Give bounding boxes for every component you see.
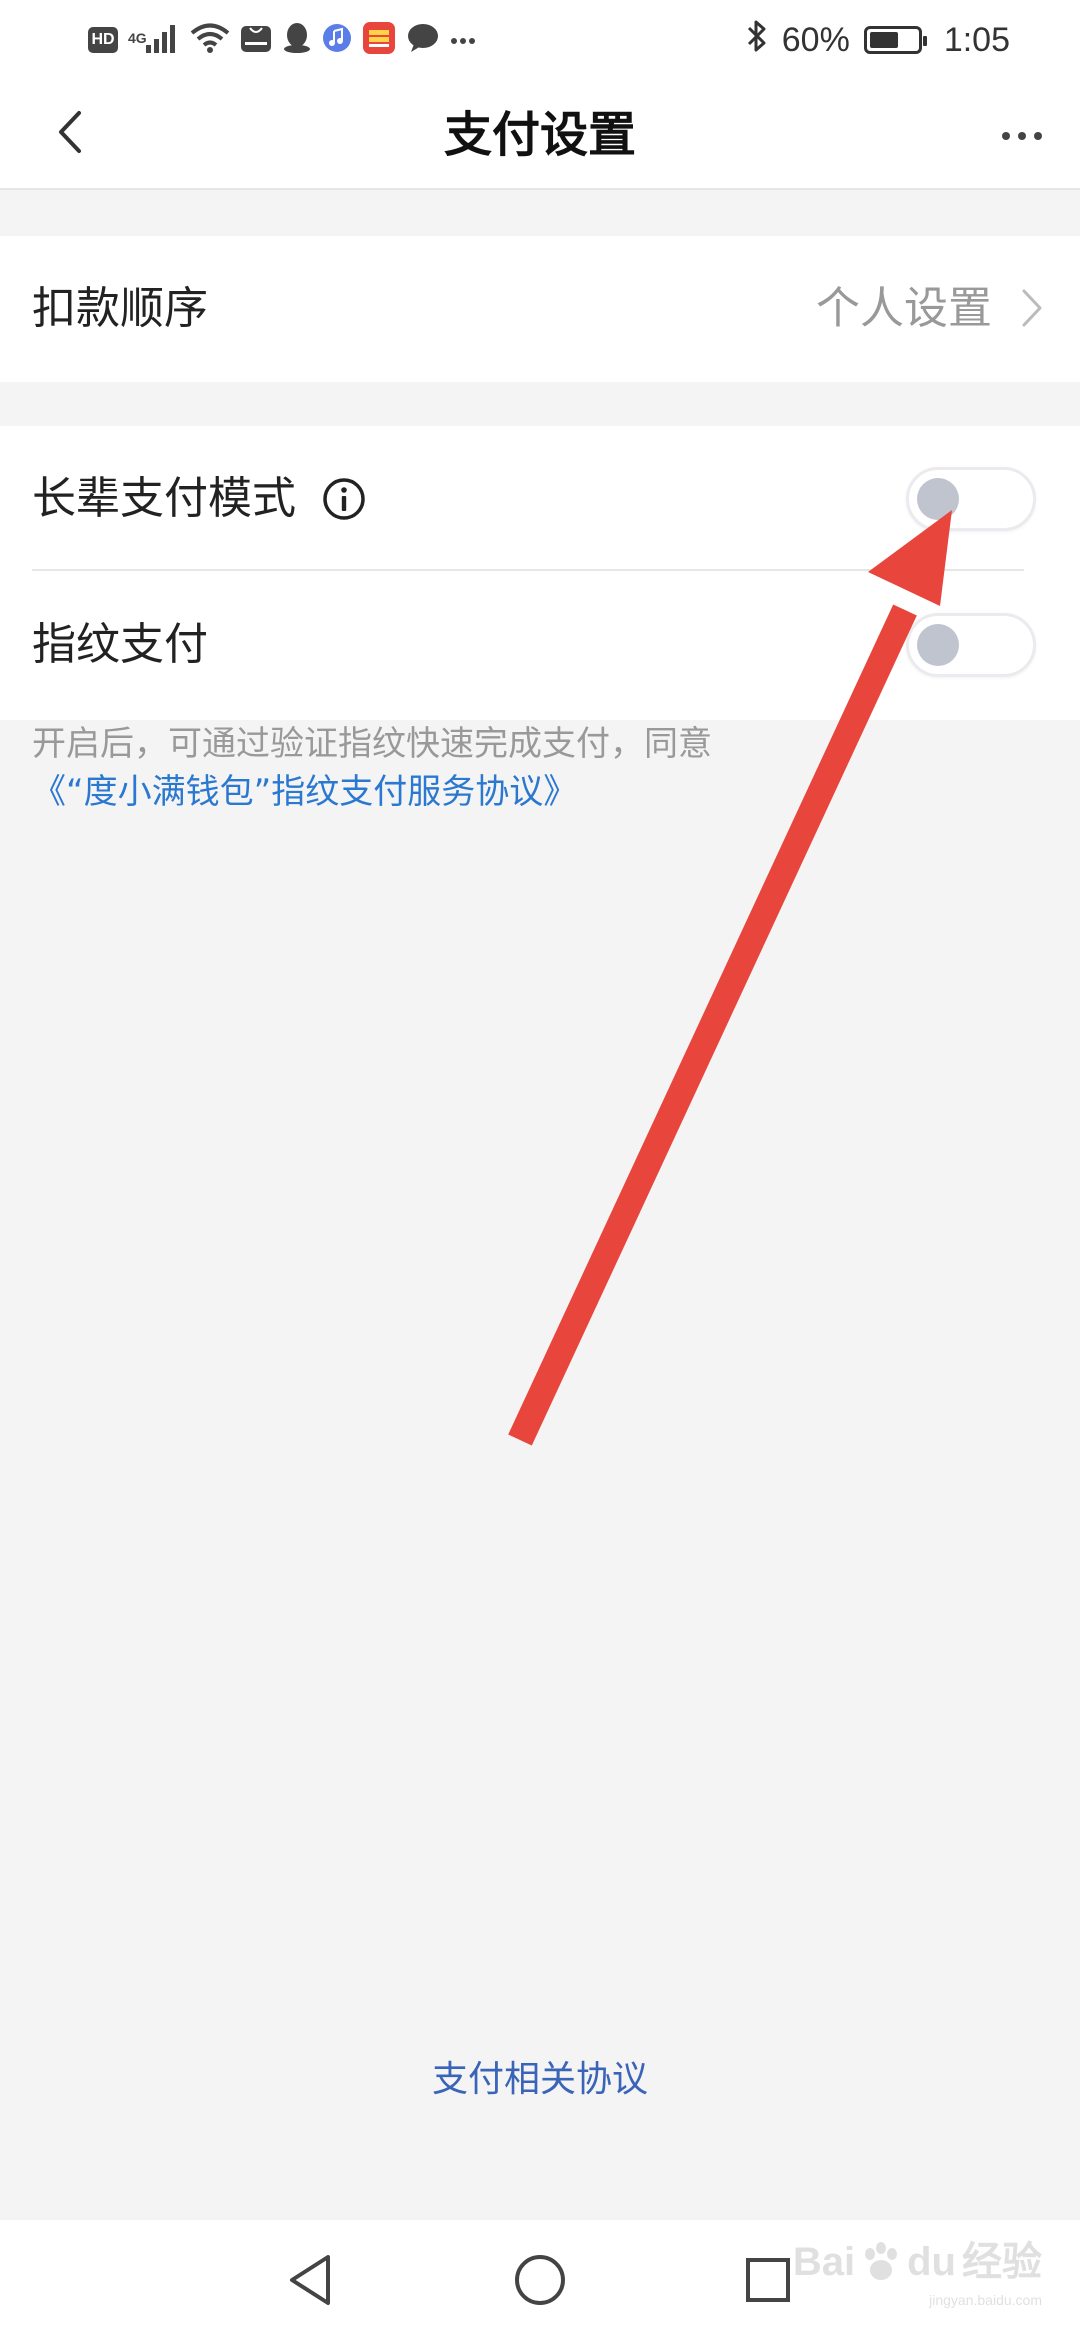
fingerprint-row: 指纹支付 bbox=[0, 572, 1080, 718]
watermark-brand: Bai bbox=[792, 2240, 856, 2284]
watermark-url: jingyan.baidu.com bbox=[929, 2292, 1042, 2308]
battery-icon bbox=[863, 26, 927, 54]
toggle-knob bbox=[917, 478, 959, 520]
status-bar: HD 4G 60% 1:05 bbox=[0, 0, 1080, 80]
circle-home-icon bbox=[515, 2255, 565, 2305]
toggle-knob bbox=[917, 624, 959, 666]
system-back-button[interactable] bbox=[278, 2248, 342, 2312]
fingerprint-agreement-link[interactable]: 《“度小满钱包”指纹支付服务协议》 bbox=[32, 768, 1032, 816]
message-icon bbox=[406, 22, 440, 58]
more-horizontal-icon bbox=[1002, 132, 1042, 140]
signal-4g-icon: 4G bbox=[128, 23, 180, 57]
huawei-store-icon bbox=[240, 22, 272, 58]
battery-level-fill bbox=[869, 32, 898, 48]
fingerprint-label: 指纹支付 bbox=[32, 619, 208, 670]
triangle-back-icon bbox=[290, 2255, 330, 2305]
payment-mode-card: 长辈支付模式 指纹支付 bbox=[0, 426, 1080, 720]
row-divider bbox=[32, 569, 1024, 571]
page-title: 支付设置 bbox=[443, 107, 636, 163]
deduction-order-row[interactable]: 扣款顺序 个人设置 bbox=[0, 236, 1080, 382]
square-recents-icon bbox=[746, 2258, 790, 2302]
system-nav-bar: Bai du 经验 jingyan.baidu.com bbox=[0, 2220, 1080, 2340]
system-home-button[interactable] bbox=[508, 2248, 572, 2312]
status-right-icons: 60% 1:05 bbox=[746, 18, 1010, 62]
deduction-order-label: 扣款顺序 bbox=[32, 283, 208, 334]
more-options-button[interactable] bbox=[992, 106, 1052, 166]
hd-icon: HD bbox=[88, 27, 118, 53]
app-icon bbox=[362, 21, 396, 59]
music-icon bbox=[322, 23, 352, 57]
deduction-order-value: 个人设置 bbox=[816, 283, 992, 334]
fingerprint-note-text: 开启后，可通过验证指纹快速完成支付，同意 bbox=[32, 724, 712, 764]
watermark-chinese: 经验 bbox=[962, 2240, 1042, 2284]
fingerprint-toggle[interactable] bbox=[906, 613, 1036, 677]
elder-mode-row: 长辈支付模式 bbox=[0, 426, 1080, 572]
more-notifications-icon bbox=[450, 31, 476, 50]
system-recents-button[interactable] bbox=[736, 2248, 800, 2312]
status-left-icons: HD 4G bbox=[88, 18, 476, 62]
wifi-icon bbox=[190, 22, 230, 58]
info-icon[interactable] bbox=[322, 477, 366, 521]
deduction-card: 扣款顺序 个人设置 bbox=[0, 236, 1080, 382]
payment-agreements-link[interactable]: 支付相关协议 bbox=[0, 2050, 1080, 2102]
bluetooth-icon bbox=[746, 19, 768, 62]
battery-percent: 60% bbox=[781, 20, 850, 59]
fingerprint-note: 开启后，可通过验证指纹快速完成支付，同意 《“度小满钱包”指纹支付服务协议》 bbox=[32, 720, 1032, 816]
qq-icon bbox=[282, 21, 312, 59]
chevron-right-icon bbox=[1022, 289, 1042, 327]
paw-icon bbox=[865, 2242, 898, 2280]
watermark-brand-suffix: du bbox=[907, 2240, 956, 2284]
elder-mode-label: 长辈支付模式 bbox=[32, 473, 296, 524]
clock: 1:05 bbox=[943, 20, 1010, 59]
nav-bar: 支付设置 bbox=[0, 80, 1080, 190]
baidu-jingyan-watermark: Bai du 经验 jingyan.baidu.com bbox=[792, 2240, 1042, 2308]
elder-mode-toggle[interactable] bbox=[906, 467, 1036, 531]
